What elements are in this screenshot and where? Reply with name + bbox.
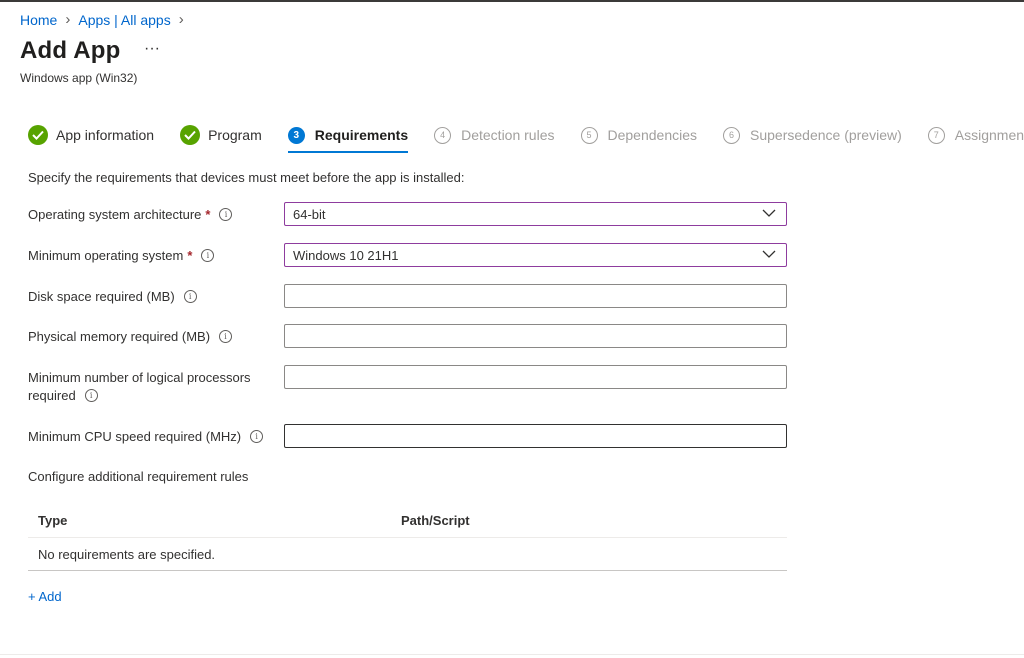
more-options-icon[interactable]: ··· <box>144 40 160 58</box>
step-label: Requirements <box>314 127 409 143</box>
logical-processors-input[interactable] <box>285 365 786 389</box>
tab-dependencies[interactable]: 5 Dependencies <box>580 124 698 146</box>
checkmark-icon <box>180 125 201 145</box>
step-number-badge: 7 <box>927 126 945 144</box>
dropdown-value: Windows 10 21H1 <box>293 247 399 263</box>
chevron-right-icon: › <box>65 11 71 28</box>
tab-detection-rules[interactable]: 4 Detection rules <box>434 124 555 146</box>
form-intro: Specify the requirements that devices mu… <box>28 170 465 185</box>
physical-memory-input-wrapper <box>284 324 787 348</box>
tab-assignments[interactable]: 7 Assignments <box>927 124 1024 146</box>
label-text: Minimum CPU speed required (MHz) <box>28 429 242 444</box>
empty-message: No requirements are specified. <box>38 546 216 562</box>
info-icon[interactable]: i <box>84 389 98 403</box>
cpu-speed-input[interactable] <box>285 424 786 448</box>
tab-program[interactable]: Program <box>180 124 262 146</box>
info-icon[interactable]: i <box>219 330 233 344</box>
label-text: Minimum number of logical processors <box>28 370 251 385</box>
add-requirement-button[interactable]: + Add <box>28 589 62 604</box>
step-label: Program <box>208 127 262 143</box>
step-number-badge: 3 <box>287 126 305 144</box>
min-os-label: Minimum operating system * i <box>28 247 215 265</box>
cpu-speed-label: Minimum CPU speed required (MHz) i <box>28 428 264 446</box>
label-text: required <box>28 388 76 403</box>
step-label: App information <box>56 127 155 143</box>
info-icon[interactable]: i <box>201 249 215 263</box>
tab-requirements[interactable]: 3 Requirements <box>287 124 409 153</box>
os-architecture-dropdown[interactable]: 64-bit <box>284 202 787 226</box>
breadcrumb-apps[interactable]: Apps | All apps <box>78 12 170 28</box>
requirement-rules-table: Type Path/Script No requirements are spe… <box>28 503 787 571</box>
info-icon[interactable]: i <box>219 208 233 222</box>
column-type: Type <box>38 512 68 528</box>
info-icon[interactable]: i <box>250 430 264 444</box>
info-icon[interactable]: i <box>183 290 197 304</box>
tab-app-information[interactable]: App information <box>28 124 154 146</box>
chevron-right-icon: › <box>178 11 184 28</box>
page-subtitle: Windows app (Win32) <box>20 71 138 85</box>
cpu-speed-input-wrapper <box>284 424 787 448</box>
top-border <box>0 0 1024 2</box>
breadcrumb: Home › Apps | All apps › <box>20 11 192 28</box>
dropdown-value: 64-bit <box>293 206 326 222</box>
physical-memory-label: Physical memory required (MB) i <box>28 328 233 346</box>
bottom-divider <box>0 654 1024 655</box>
requirement-rules-title: Configure additional requirement rules <box>28 469 249 484</box>
step-label: Dependencies <box>607 127 698 143</box>
disk-space-input-wrapper <box>284 284 787 308</box>
min-os-dropdown[interactable]: Windows 10 21H1 <box>284 243 787 267</box>
label-text: Minimum operating system <box>28 248 184 263</box>
logical-processors-label: Minimum number of logical processors req… <box>28 369 251 405</box>
step-label: Detection rules <box>461 127 555 143</box>
required-asterisk: * <box>205 207 211 222</box>
page-title: Add App <box>20 37 121 64</box>
tab-supersedence[interactable]: 6 Supersedence (preview) <box>723 124 902 146</box>
disk-space-label: Disk space required (MB) i <box>28 288 197 306</box>
os-architecture-label: Operating system architecture * i <box>28 206 233 224</box>
table-row: No requirements are specified. <box>28 538 787 571</box>
table-header: Type Path/Script <box>28 503 787 538</box>
step-number-badge: 4 <box>434 126 452 144</box>
step-label: Supersedence (preview) <box>750 127 902 143</box>
label-text: Disk space required (MB) <box>28 289 175 304</box>
physical-memory-input[interactable] <box>285 324 786 348</box>
label-text: Operating system architecture <box>28 207 202 222</box>
wizard-steps: App information Program 3 Requirements 4… <box>28 124 1024 156</box>
label-text: Physical memory required (MB) <box>28 329 211 344</box>
required-asterisk: * <box>187 248 193 263</box>
disk-space-input[interactable] <box>285 284 786 308</box>
chevron-down-icon <box>762 209 776 217</box>
checkmark-icon <box>28 125 48 145</box>
column-path-script: Path/Script <box>401 512 470 528</box>
step-label: Assignments <box>954 127 1024 143</box>
logical-processors-input-wrapper <box>284 365 787 389</box>
step-number-badge: 5 <box>580 126 598 144</box>
breadcrumb-home[interactable]: Home <box>20 12 57 28</box>
chevron-down-icon <box>762 250 776 258</box>
step-number-badge: 6 <box>723 126 741 144</box>
